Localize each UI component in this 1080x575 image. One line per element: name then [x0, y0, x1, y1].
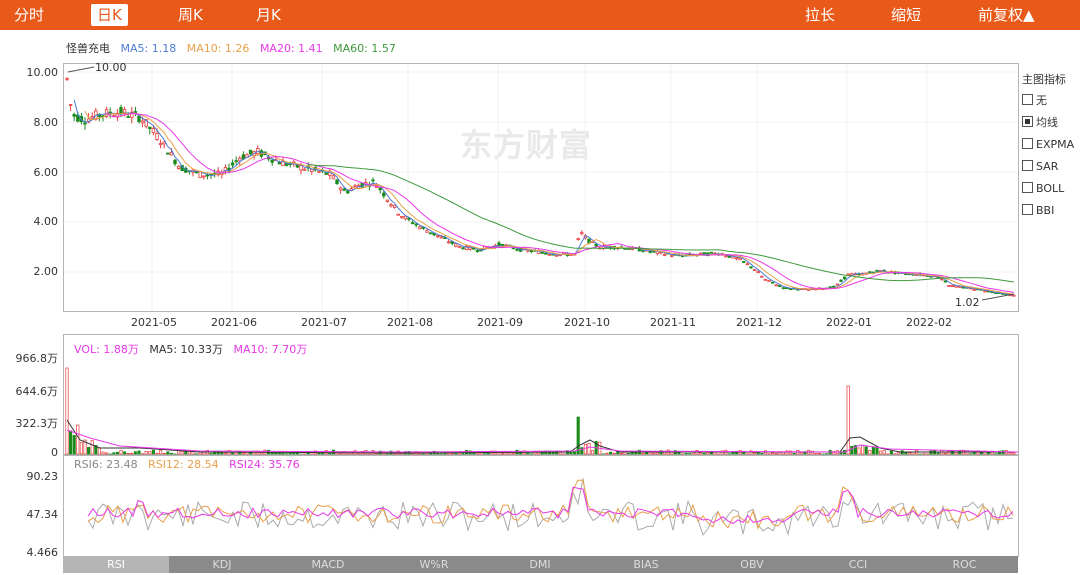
vol-ma10: MA10: 7.70万 [233, 343, 308, 356]
checkbox-checked-icon [1022, 116, 1033, 127]
tab-rsi[interactable]: RSI [63, 556, 169, 573]
indicator-option-none[interactable]: 无 [1022, 94, 1047, 108]
checkbox-icon [1022, 138, 1033, 149]
vol-y-tick: 966.8万 [15, 352, 59, 365]
rsi-legend: RSI6: 23.48 RSI12: 28.54 RSI24: 35.76 [74, 458, 307, 471]
max-price-label: 10.00 [95, 61, 127, 74]
tab-dmi[interactable]: DMI [487, 556, 593, 573]
rsi24-value: RSI24: 35.76 [229, 458, 300, 471]
shrink-button[interactable]: 缩短 [891, 0, 921, 30]
x-tick: 2021-10 [564, 316, 610, 329]
checkbox-icon [1022, 204, 1033, 215]
price-adjust-dropdown[interactable]: 前复权▲ [978, 0, 1035, 30]
tab-obv[interactable]: OBV [699, 556, 805, 573]
tab-macd[interactable]: MACD [275, 556, 381, 573]
stretch-button[interactable]: 拉长 [805, 0, 835, 30]
x-tick: 2021-07 [301, 316, 347, 329]
tab-kdj[interactable]: KDJ [169, 556, 275, 573]
tab-bias[interactable]: BIAS [593, 556, 699, 573]
rsi12-value: RSI12: 28.54 [148, 458, 219, 471]
vol-value: VOL: 1.88万 [74, 343, 139, 356]
y-tick: 2.00 [33, 265, 59, 278]
indicator-option-expma[interactable]: EXPMA [1022, 138, 1074, 152]
vol-ma5: MA5: 10.33万 [149, 343, 224, 356]
ma20-legend: MA20: 1.41 [259, 42, 323, 55]
tab-weekly-k[interactable]: 周K [178, 0, 203, 30]
x-tick: 2022-01 [826, 316, 872, 329]
tab-wr[interactable]: W%R [381, 556, 487, 573]
tab-roc[interactable]: ROC [911, 556, 1018, 573]
vol-y-tick: 644.6万 [15, 385, 59, 398]
y-tick: 4.00 [33, 215, 59, 228]
chart-period-toolbar: 分时 日K 周K 月K 拉长 缩短 前复权▲ [0, 0, 1080, 30]
indicator-tab-bar: RSI KDJ MACD W%R DMI BIAS OBV CCI ROC [63, 556, 1018, 573]
x-tick: 2021-06 [211, 316, 257, 329]
ma5-legend: MA5: 1.18 [120, 42, 177, 55]
kline-panel[interactable] [63, 63, 1019, 312]
rsi-y-tick: 4.466 [26, 546, 59, 559]
vol-y-tick: 0 [51, 446, 58, 459]
ma10-legend: MA10: 1.26 [186, 42, 250, 55]
min-price-label: 1.02 [955, 296, 980, 309]
y-tick: 8.00 [33, 116, 59, 129]
x-tick: 2021-08 [387, 316, 433, 329]
rsi-y-tick: 90.23 [26, 470, 59, 483]
checkbox-icon [1022, 94, 1033, 105]
indicator-option-ma[interactable]: 均线 [1022, 116, 1058, 130]
indicator-option-boll[interactable]: BOLL [1022, 182, 1064, 196]
x-tick: 2021-12 [736, 316, 782, 329]
watermark-logo: 东方财富 [460, 126, 593, 164]
y-tick: 6.00 [33, 166, 59, 179]
x-tick: 2021-05 [131, 316, 177, 329]
indicator-option-bbi[interactable]: BBI [1022, 204, 1054, 218]
checkbox-icon [1022, 160, 1033, 171]
volume-legend: VOL: 1.88万 MA5: 10.33万 MA10: 7.70万 [74, 341, 314, 357]
rsi-y-tick: 47.34 [26, 508, 59, 521]
stock-name: 怪兽充电 [66, 42, 110, 55]
ma-legend: 怪兽充电 MA5: 1.18 MA10: 1.26 MA20: 1.41 MA6… [66, 40, 403, 56]
tab-monthly-k[interactable]: 月K [256, 0, 281, 30]
rsi6-value: RSI6: 23.48 [74, 458, 138, 471]
ma60-legend: MA60: 1.57 [333, 42, 396, 55]
tab-intraday[interactable]: 分时 [14, 0, 44, 30]
indicator-option-sar[interactable]: SAR [1022, 160, 1058, 174]
x-tick: 2022-02 [906, 316, 952, 329]
x-tick: 2021-09 [477, 316, 523, 329]
y-tick: 10.00 [26, 66, 59, 79]
tab-daily-k[interactable]: 日K [91, 4, 128, 26]
vol-y-tick: 322.3万 [15, 417, 59, 430]
tab-cci[interactable]: CCI [805, 556, 911, 573]
x-tick: 2021-11 [650, 316, 696, 329]
indicator-panel-title: 主图指标 [1022, 73, 1066, 86]
checkbox-icon [1022, 182, 1033, 193]
